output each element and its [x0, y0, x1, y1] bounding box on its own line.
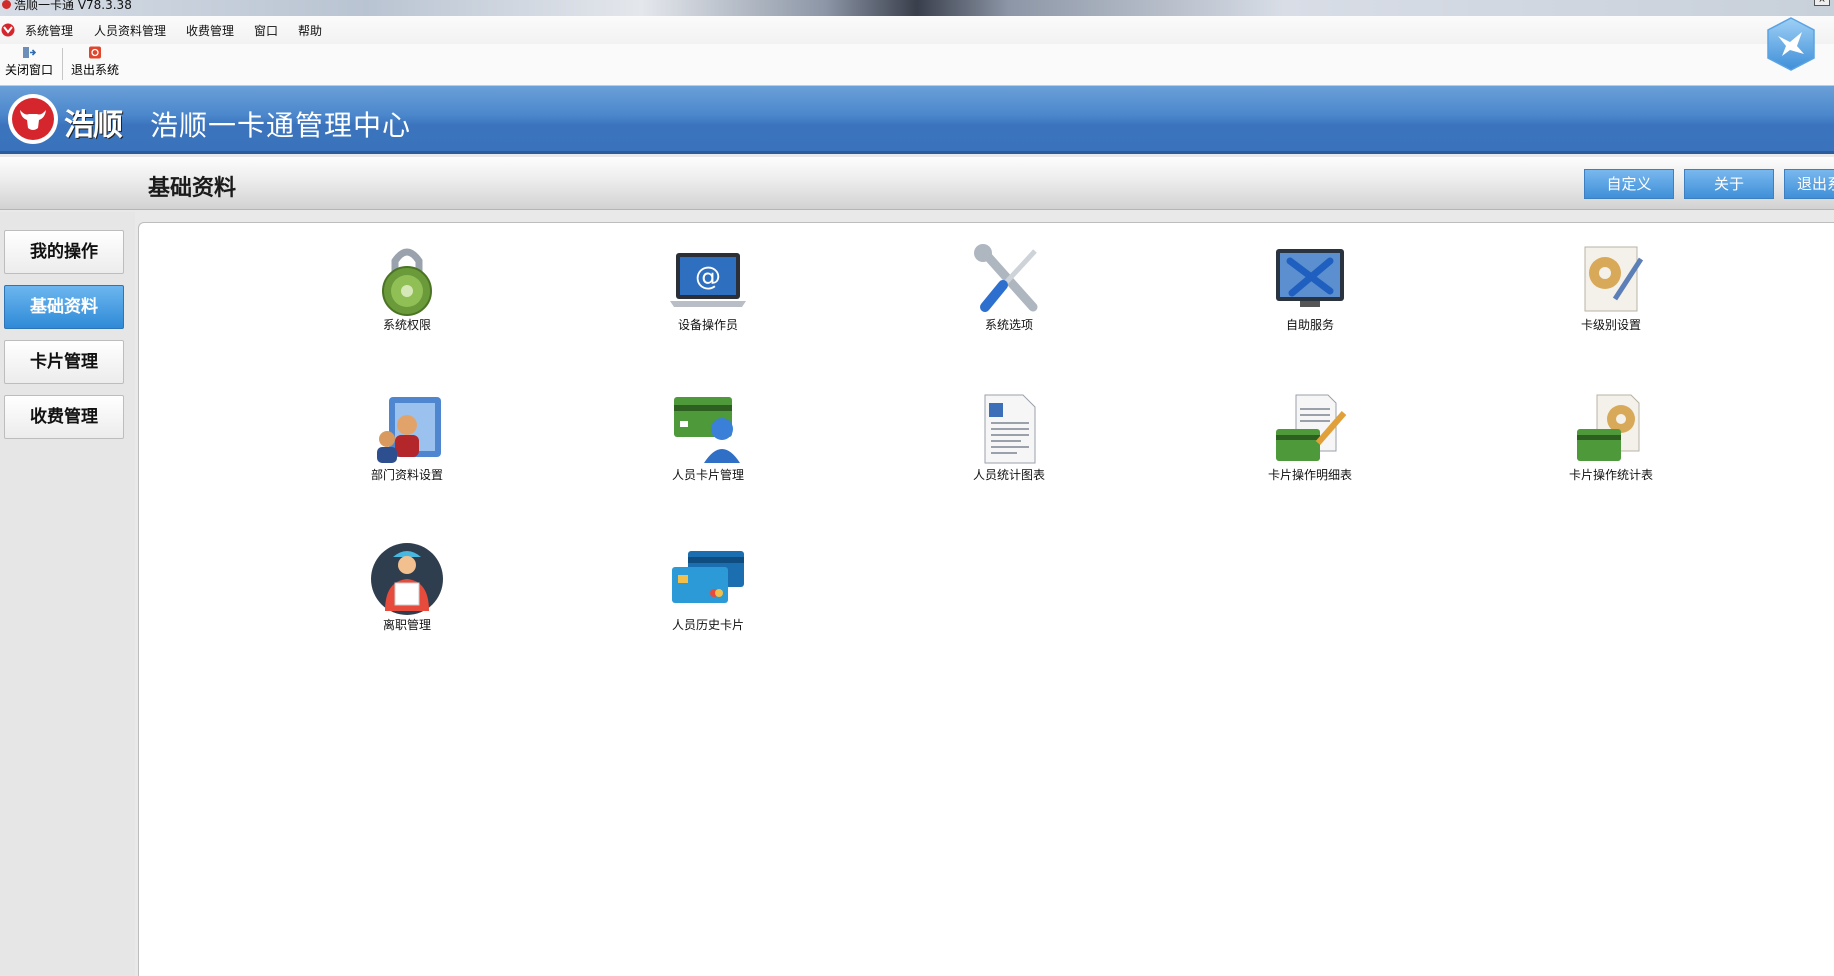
sidebar: 我的操作 基础资料 卡片管理 收费管理	[0, 212, 135, 976]
tile-personnel-history-cards[interactable]: 人员历史卡片	[633, 541, 783, 631]
close-window-button[interactable]: 关闭窗口	[3, 46, 55, 82]
door-exit-icon	[23, 47, 36, 58]
main-panel: 系统权限 @ 设备操作员 系统选项 自助服务 卡级别设置 部门资料设置 人员卡片…	[138, 222, 1834, 976]
tile-self-service[interactable]: 自助服务	[1235, 241, 1385, 331]
wrench-screwdriver-icon	[974, 244, 1038, 312]
app-logo-icon	[1, 23, 15, 37]
menu-system-management[interactable]: 系统管理	[25, 22, 73, 39]
tile-label: 人员历史卡片	[671, 618, 744, 632]
power-off-icon	[89, 46, 101, 59]
menu-help[interactable]: 帮助	[298, 22, 322, 39]
tile-personnel-cards[interactable]: 人员卡片管理	[633, 391, 783, 481]
card-user-icon	[674, 397, 740, 463]
exit-system-button[interactable]: 退出系统	[69, 46, 121, 82]
section-title: 基础资料	[148, 175, 237, 201]
laptop-at-icon: @	[670, 253, 746, 307]
menu-personnel-management[interactable]: 人员资料管理	[94, 22, 166, 39]
tile-device-operators[interactable]: @ 设备操作员	[633, 241, 783, 331]
tile-label: 卡片操作统计表	[1568, 468, 1653, 482]
tile-label: 系统权限	[382, 318, 431, 332]
bull-logo-icon	[12, 98, 54, 140]
banner: 浩顺 浩顺一卡通管理中心	[0, 86, 1834, 154]
tile-resignation-management[interactable]: 离职管理	[332, 541, 482, 631]
tile-department-settings[interactable]: 部门资料设置	[332, 391, 482, 481]
tile-label: 人员卡片管理	[671, 468, 744, 482]
close-window-control[interactable]: ×	[1814, 0, 1830, 6]
card-document-pen-icon	[1276, 394, 1347, 461]
sidebar-item-my-operations[interactable]: 我的操作	[4, 230, 124, 274]
worker-box-icon	[371, 543, 443, 615]
monitor-tools-icon	[1276, 249, 1344, 307]
customize-button[interactable]: 自定义	[1584, 169, 1674, 199]
tile-label: 卡级别设置	[1580, 318, 1641, 332]
tile-label: 设备操作员	[677, 318, 738, 332]
tile-label: 系统选项	[984, 318, 1033, 332]
about-button[interactable]: 关于	[1684, 169, 1774, 199]
sidebar-item-fee-management[interactable]: 收费管理	[4, 395, 124, 439]
svg-text:@: @	[695, 262, 721, 292]
section-header: 基础资料 自定义 关于 退出系统	[0, 157, 1834, 210]
document-gear-icon	[1584, 246, 1644, 312]
folder-users-icon	[377, 397, 441, 463]
padlock-icon	[382, 248, 432, 316]
tile-label: 人员统计图表	[972, 468, 1045, 482]
menu-window[interactable]: 窗口	[254, 22, 278, 39]
tile-card-operation-details[interactable]: 卡片操作明细表	[1235, 391, 1385, 481]
close-window-label: 关闭窗口	[4, 63, 53, 77]
toolbar: 关闭窗口 退出系统	[0, 44, 1834, 86]
brand-name: 浩顺	[64, 108, 123, 143]
menu-bar: 系统管理 人员资料管理 收费管理 窗口 帮助	[0, 16, 1834, 44]
tile-label: 自助服务	[1285, 318, 1334, 332]
tile-system-options[interactable]: 系统选项	[934, 241, 1084, 331]
tile-label: 离职管理	[382, 618, 431, 632]
tile-personnel-charts[interactable]: 人员统计图表	[934, 391, 1084, 481]
stacked-cards-icon	[672, 551, 744, 603]
window-title: 浩顺一卡通 V78.3.38	[14, 0, 132, 12]
menu-fee-management[interactable]: 收费管理	[186, 22, 234, 39]
app-icon	[2, 0, 11, 9]
sidebar-item-basic-data[interactable]: 基础资料	[4, 285, 124, 329]
tile-label: 部门资料设置	[370, 468, 443, 482]
tile-card-level-settings[interactable]: 卡级别设置	[1536, 241, 1686, 331]
bird-emblem-icon	[1767, 17, 1815, 71]
sidebar-item-card-management[interactable]: 卡片管理	[4, 340, 124, 384]
exit-system-label: 退出系统	[70, 63, 119, 77]
tile-system-permissions[interactable]: 系统权限	[332, 241, 482, 331]
report-document-icon	[984, 394, 1036, 464]
title-bar: 浩顺一卡通 V78.3.38 ×	[0, 0, 1834, 16]
exit-button[interactable]: 退出系统	[1784, 169, 1834, 199]
card-document-gear-icon	[1577, 394, 1640, 461]
tile-card-operation-stats[interactable]: 卡片操作统计表	[1536, 391, 1686, 481]
tile-label: 卡片操作明细表	[1267, 468, 1352, 482]
app-title: 浩顺一卡通管理中心	[150, 109, 412, 142]
toolbar-separator	[62, 48, 63, 80]
